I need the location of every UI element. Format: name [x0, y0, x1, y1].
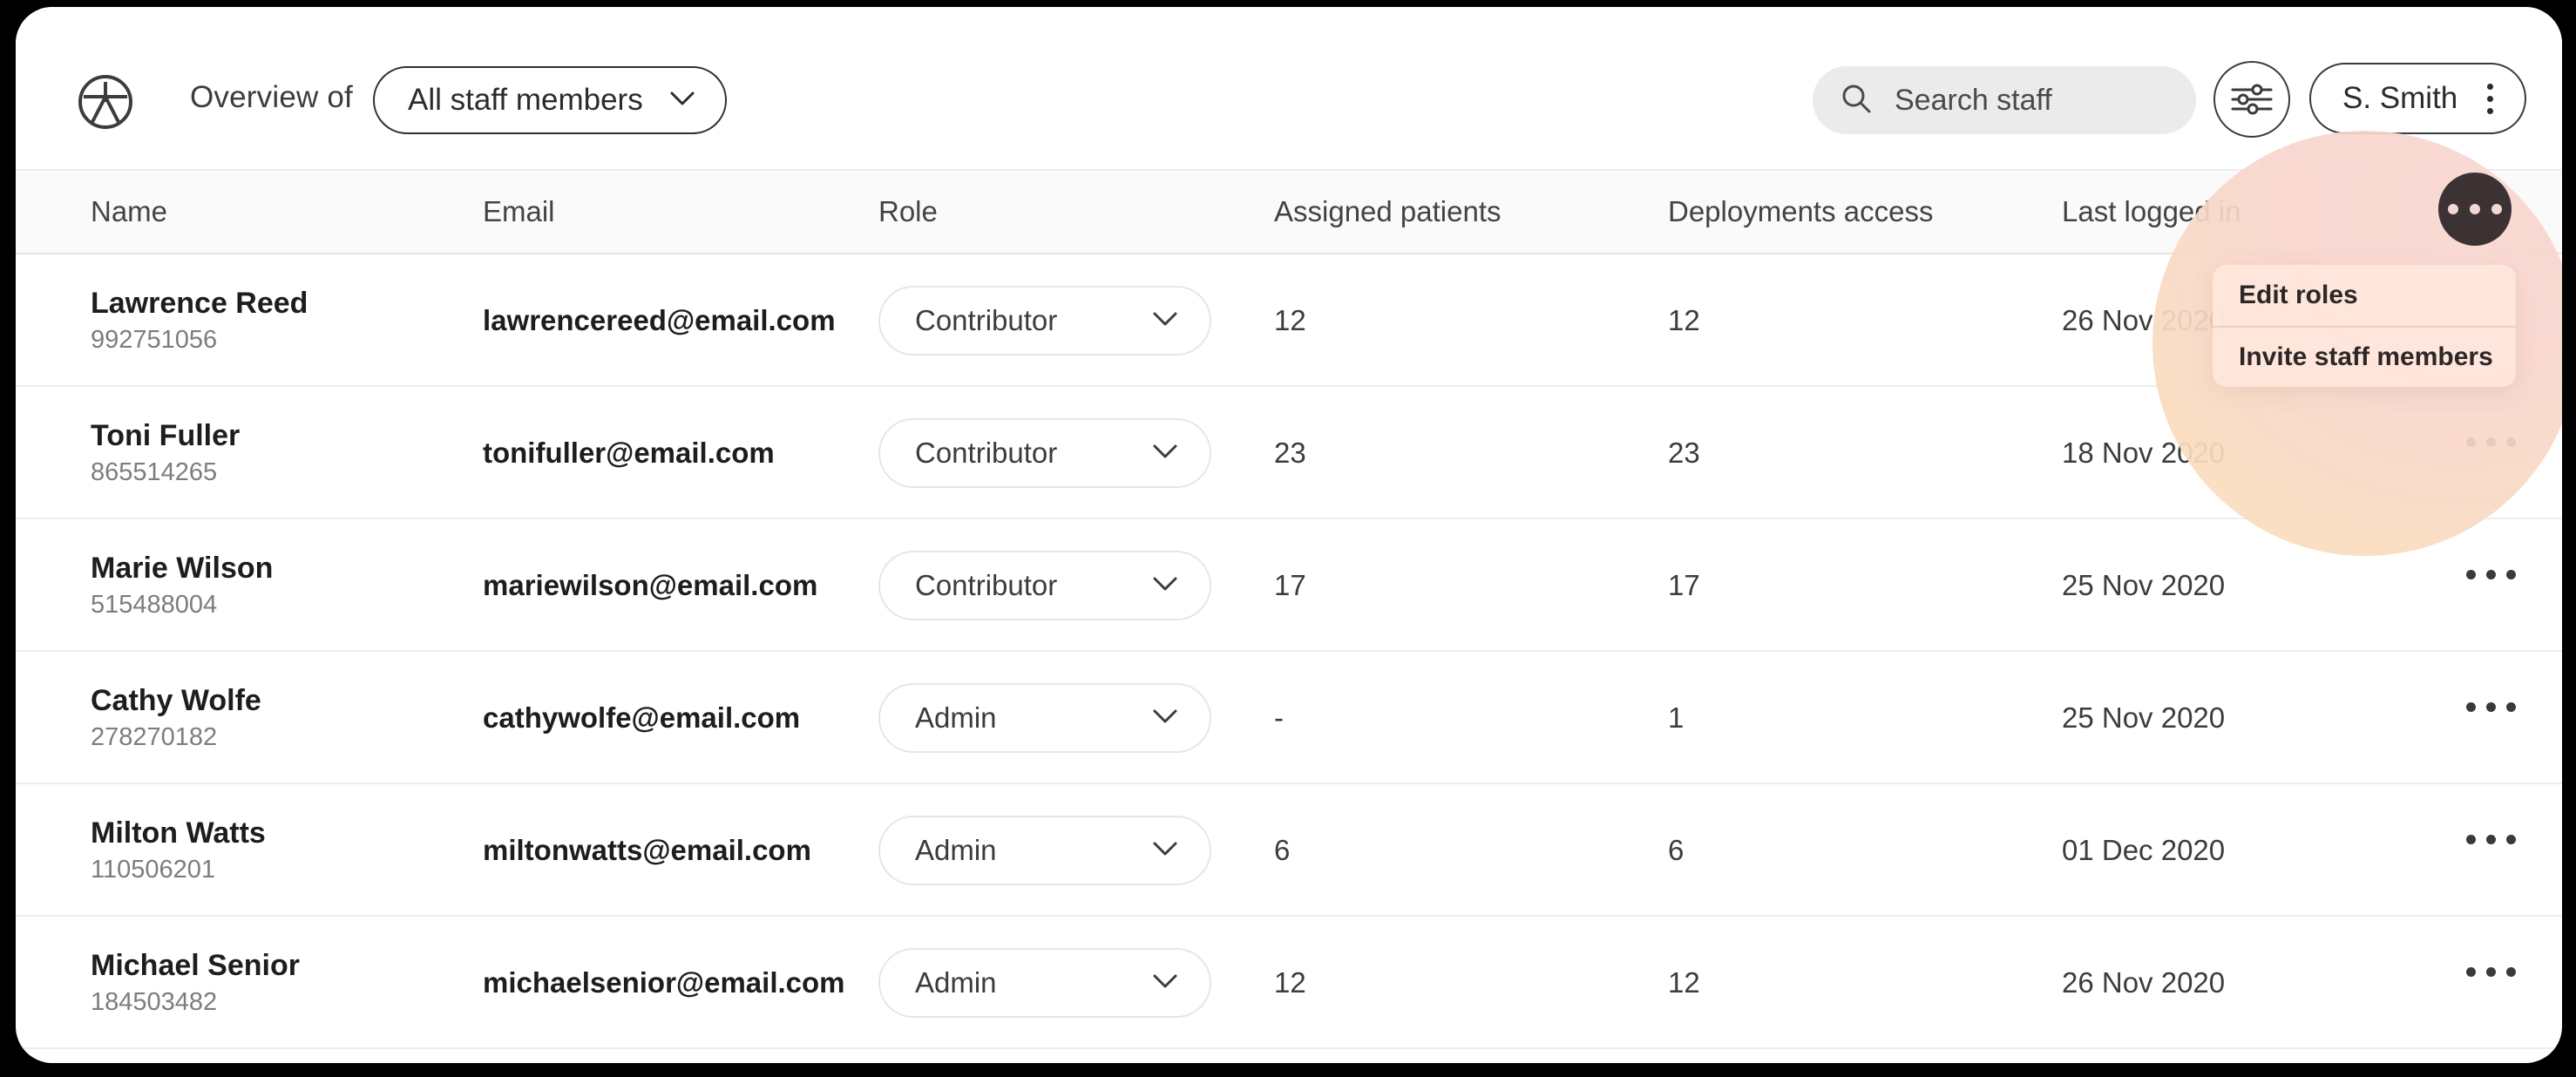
cell-deployments-access: 6	[1668, 834, 1685, 866]
chevron-down-icon	[1152, 841, 1178, 861]
table-row[interactable]: Michael Senior 184503482 michaelsenior@e…	[16, 917, 2562, 1049]
cell-name: Milton Watts 110506201	[91, 784, 266, 885]
cell-last-logged-in: 01 Dec 2020	[2062, 834, 2226, 866]
search-input[interactable]: Search staff	[1813, 66, 2196, 134]
chevron-down-icon	[1152, 708, 1178, 728]
scope-dropdown[interactable]: All staff members	[373, 66, 727, 134]
cell-deployments-access: 1	[1668, 701, 1685, 734]
staff-id: 865514265	[91, 458, 218, 486]
staff-name: Michael Senior	[91, 949, 300, 982]
cell-assigned-patients: 12	[1274, 304, 1306, 336]
role-dropdown[interactable]: Admin	[878, 683, 1211, 753]
sliders-filter-icon[interactable]	[2213, 61, 2290, 138]
cell-last-logged-in: 26 Nov 2020	[2062, 304, 2226, 336]
chevron-down-icon	[1152, 576, 1178, 596]
role-dropdown-value: Contributor	[915, 569, 1058, 601]
chevron-down-icon	[669, 91, 695, 111]
staff-table: Name Email Role Assigned patients Deploy…	[16, 169, 2562, 1049]
staff-id: 992751056	[91, 326, 218, 354]
cell-name: Michael Senior 184503482	[91, 917, 300, 1018]
role-dropdown[interactable]: Contributor	[878, 418, 1211, 488]
table-row[interactable]: Toni Fuller 865514265 tonifuller@email.c…	[16, 387, 2562, 519]
cell-name: Cathy Wolfe 278270182	[91, 652, 261, 753]
person-circle-logo-icon	[77, 73, 134, 131]
table-row[interactable]: Cathy Wolfe 278270182 cathywolfe@email.c…	[16, 652, 2562, 784]
cell-email: mariewilson@email.com	[483, 569, 818, 601]
horizontal-dots-icon[interactable]	[2466, 967, 2516, 977]
cell-email: cathywolfe@email.com	[483, 701, 801, 734]
role-dropdown[interactable]: Admin	[878, 816, 1211, 885]
cell-deployments-access: 17	[1668, 569, 1700, 601]
role-dropdown-value: Admin	[915, 834, 997, 866]
cell-email: tonifuller@email.com	[483, 437, 775, 469]
chevron-down-icon	[1152, 311, 1178, 331]
search-icon	[1840, 83, 1872, 119]
staff-name: Cathy Wolfe	[91, 684, 261, 717]
cell-assigned-patients: 23	[1274, 437, 1306, 469]
staff-id: 184503482	[91, 988, 218, 1016]
scope-dropdown-value: All staff members	[408, 83, 643, 117]
column-header-deployments[interactable]: Deployments access	[1668, 171, 1933, 253]
role-dropdown-value: Contributor	[915, 304, 1058, 336]
table-row[interactable]: Marie Wilson 515488004 mariewilson@email…	[16, 519, 2562, 652]
role-dropdown[interactable]: Contributor	[878, 551, 1211, 620]
role-dropdown[interactable]: Admin	[878, 948, 1211, 1018]
table-actions-menu-button[interactable]	[2438, 173, 2512, 246]
horizontal-dots-icon[interactable]	[2466, 835, 2516, 844]
cell-last-logged-in: 26 Nov 2020	[2062, 966, 2226, 999]
account-name-label: S. Smith	[2342, 81, 2458, 115]
staff-name: Lawrence Reed	[91, 287, 308, 320]
cell-assigned-patients: 6	[1274, 834, 1291, 866]
column-header-email[interactable]: Email	[483, 171, 866, 253]
overview-label: Overview of	[190, 80, 353, 114]
staff-id: 515488004	[91, 591, 218, 619]
horizontal-dots-icon[interactable]	[2466, 437, 2516, 447]
menu-item-invite-staff-members[interactable]: Invite staff members	[2213, 326, 2516, 387]
staff-name: Toni Fuller	[91, 419, 241, 452]
cell-name: Lawrence Reed 992751056	[91, 254, 308, 356]
staff-id: 110506201	[91, 856, 216, 884]
menu-item-edit-roles[interactable]: Edit roles	[2213, 265, 2516, 326]
table-row[interactable]: Lawrence Reed 992751056 lawrencereed@ema…	[16, 254, 2562, 387]
horizontal-dots-icon[interactable]	[2466, 702, 2516, 712]
cell-last-logged-in: 18 Nov 2020	[2062, 437, 2226, 469]
account-button[interactable]: S. Smith	[2309, 63, 2527, 134]
cell-assigned-patients: -	[1274, 701, 1284, 734]
cell-name: Toni Fuller 865514265	[91, 387, 240, 488]
cell-email: michaelsenior@email.com	[483, 966, 845, 999]
role-dropdown-value: Contributor	[915, 437, 1058, 469]
cell-email: miltonwatts@email.com	[483, 834, 811, 866]
staff-name: Marie Wilson	[91, 552, 274, 585]
horizontal-dots-icon[interactable]	[2466, 570, 2516, 579]
role-dropdown-value: Admin	[915, 701, 997, 734]
chevron-down-icon	[1152, 973, 1178, 993]
cell-name: Marie Wilson 515488004	[91, 519, 273, 620]
search-placeholder-text: Search staff	[1895, 83, 2052, 117]
staff-overview-card: Overview of All staff members Search sta…	[16, 7, 2562, 1063]
cell-deployments-access: 12	[1668, 304, 1700, 336]
column-header-patients[interactable]: Assigned patients	[1274, 171, 1502, 253]
staff-id: 278270182	[91, 723, 218, 751]
cell-assigned-patients: 12	[1274, 966, 1306, 999]
cell-last-logged-in: 25 Nov 2020	[2062, 701, 2226, 734]
column-header-role[interactable]: Role	[878, 171, 938, 253]
cell-deployments-access: 23	[1668, 437, 1700, 469]
role-dropdown[interactable]: Contributor	[878, 286, 1211, 356]
table-header-row: Name Email Role Assigned patients Deploy…	[16, 169, 2562, 254]
column-header-name[interactable]: Name	[91, 171, 167, 253]
cell-assigned-patients: 17	[1274, 569, 1306, 601]
staff-name: Milton Watts	[91, 816, 266, 850]
top-bar: Overview of All staff members Search sta…	[16, 7, 2562, 169]
role-dropdown-value: Admin	[915, 966, 997, 999]
table-actions-dropdown-menu: Edit roles Invite staff members	[2213, 265, 2516, 387]
cell-email: lawrencereed@email.com	[483, 304, 836, 336]
vertical-dots-icon[interactable]	[2487, 83, 2494, 114]
cell-last-logged-in: 25 Nov 2020	[2062, 569, 2226, 601]
chevron-down-icon	[1152, 444, 1178, 464]
table-row[interactable]: Milton Watts 110506201 miltonwatts@email…	[16, 784, 2562, 917]
column-header-last-login[interactable]: Last logged in	[2062, 171, 2241, 253]
cell-deployments-access: 12	[1668, 966, 1700, 999]
